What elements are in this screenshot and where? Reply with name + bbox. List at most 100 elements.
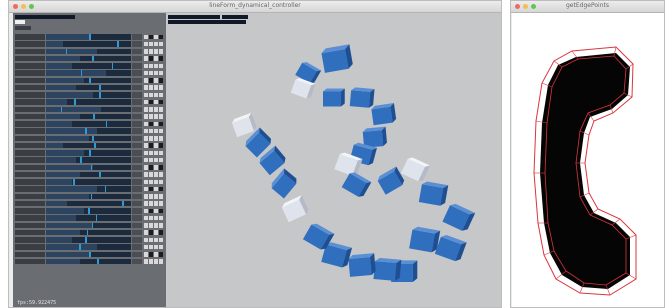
toggle-checkbox[interactable] xyxy=(159,49,163,54)
value-field[interactable] xyxy=(132,251,142,258)
toggle-checkbox[interactable] xyxy=(154,92,158,97)
slider-track[interactable] xyxy=(46,128,131,134)
value-field[interactable] xyxy=(132,106,142,113)
value-field[interactable] xyxy=(132,193,142,200)
value-field[interactable] xyxy=(132,171,142,178)
toggle-checkbox[interactable] xyxy=(154,34,158,39)
slider-marker[interactable] xyxy=(88,208,90,214)
slider-row[interactable] xyxy=(15,186,163,193)
slider-marker[interactable] xyxy=(80,70,83,76)
toggle-checkbox[interactable] xyxy=(144,215,148,221)
slider-marker[interactable] xyxy=(74,99,76,105)
toggle-checkbox[interactable] xyxy=(154,201,158,206)
value-field[interactable] xyxy=(132,84,142,91)
slider-row[interactable] xyxy=(15,55,163,63)
toggle-checkbox[interactable] xyxy=(154,230,158,235)
toggle-checkbox[interactable] xyxy=(149,92,153,97)
toggle-checkbox[interactable] xyxy=(149,85,153,90)
slider-track[interactable] xyxy=(46,55,131,62)
value-field[interactable] xyxy=(132,121,142,127)
toggle-checkbox[interactable] xyxy=(149,252,153,257)
value-field[interactable] xyxy=(132,150,142,156)
slider-track[interactable] xyxy=(46,164,131,171)
toggle-checkbox[interactable] xyxy=(159,128,163,134)
toggle-checkbox[interactable] xyxy=(149,165,153,170)
toggle-checkbox[interactable] xyxy=(144,56,148,61)
toggle-checkbox[interactable] xyxy=(144,143,148,148)
slider-row[interactable] xyxy=(15,92,163,99)
slider-row[interactable] xyxy=(15,106,163,114)
slider-marker[interactable] xyxy=(65,48,68,55)
slider-marker[interactable] xyxy=(92,55,94,62)
toggle-checkbox[interactable] xyxy=(149,201,153,206)
toggle-checkbox[interactable] xyxy=(144,252,148,257)
toggle-checkbox[interactable] xyxy=(159,165,163,170)
toggle-checkbox[interactable] xyxy=(144,172,148,177)
toggle-checkbox[interactable] xyxy=(154,121,158,126)
toggle-checkbox[interactable] xyxy=(149,107,153,112)
toggle-checkbox[interactable] xyxy=(144,99,148,105)
slider-track[interactable] xyxy=(46,186,131,192)
slider-marker[interactable] xyxy=(89,34,91,40)
value-field[interactable] xyxy=(132,258,142,265)
toggle-checkbox[interactable] xyxy=(159,41,163,47)
toggle-checkbox[interactable] xyxy=(149,179,153,184)
toggle-checkbox[interactable] xyxy=(154,186,158,192)
toggle-checkbox[interactable] xyxy=(144,223,148,228)
toggle-checkbox[interactable] xyxy=(144,136,148,141)
toggle-checkbox[interactable] xyxy=(149,172,153,177)
slider-marker[interactable] xyxy=(86,229,89,236)
toggle-checkbox[interactable] xyxy=(149,41,153,47)
value-field[interactable] xyxy=(132,142,142,149)
slider-row[interactable] xyxy=(15,215,163,222)
toggle-checkbox[interactable] xyxy=(154,70,158,76)
toggle-checkbox[interactable] xyxy=(159,114,163,119)
value-field[interactable] xyxy=(132,77,142,84)
toggle-checkbox[interactable] xyxy=(159,121,163,126)
slider-marker[interactable] xyxy=(60,106,63,113)
slider-marker[interactable] xyxy=(111,63,114,69)
toggle-checkbox[interactable] xyxy=(154,114,158,119)
toggle-checkbox[interactable] xyxy=(159,107,163,112)
toggle-checkbox[interactable] xyxy=(159,179,163,184)
toggle-checkbox[interactable] xyxy=(159,34,163,39)
slider-row[interactable] xyxy=(15,229,163,237)
toggle-checkbox[interactable] xyxy=(149,157,153,163)
slider-marker[interactable] xyxy=(97,258,99,265)
toggle-checkbox[interactable] xyxy=(154,244,158,250)
value-field[interactable] xyxy=(132,237,142,243)
slider-row[interactable] xyxy=(15,150,163,157)
toggle-checkbox[interactable] xyxy=(159,244,163,250)
slider-row[interactable] xyxy=(15,34,163,41)
toggle-checkbox[interactable] xyxy=(149,78,153,83)
value-field[interactable] xyxy=(132,179,142,185)
slider-row[interactable] xyxy=(15,258,163,266)
slider-row[interactable] xyxy=(15,128,163,135)
slider-track[interactable] xyxy=(46,229,131,236)
slider-marker[interactable] xyxy=(99,171,101,178)
toggle-checkbox[interactable] xyxy=(144,230,148,235)
edge-canvas[interactable] xyxy=(512,13,664,307)
toggle-checkbox[interactable] xyxy=(159,99,163,105)
value-field[interactable] xyxy=(132,48,142,55)
toggle-checkbox[interactable] xyxy=(144,121,148,126)
panel-button[interactable] xyxy=(15,26,31,30)
value-field[interactable] xyxy=(132,55,142,62)
toggle-checkbox[interactable] xyxy=(159,56,163,61)
toggle-checkbox[interactable] xyxy=(149,244,153,250)
slider-track[interactable] xyxy=(46,34,131,40)
slider-track[interactable] xyxy=(46,48,131,55)
slider-track[interactable] xyxy=(46,179,131,185)
value-field[interactable] xyxy=(132,41,142,47)
value-field[interactable] xyxy=(132,99,142,105)
slider-row[interactable] xyxy=(15,164,163,172)
toggle-checkbox[interactable] xyxy=(144,157,148,163)
slider-row[interactable] xyxy=(15,142,163,150)
value-field[interactable] xyxy=(132,200,142,207)
slider-marker[interactable] xyxy=(104,186,107,192)
slider-row[interactable] xyxy=(15,99,163,106)
toggle-checkbox[interactable] xyxy=(154,259,158,264)
slider-track[interactable] xyxy=(46,150,131,156)
value-field[interactable] xyxy=(132,34,142,40)
slider-track[interactable] xyxy=(46,142,131,149)
